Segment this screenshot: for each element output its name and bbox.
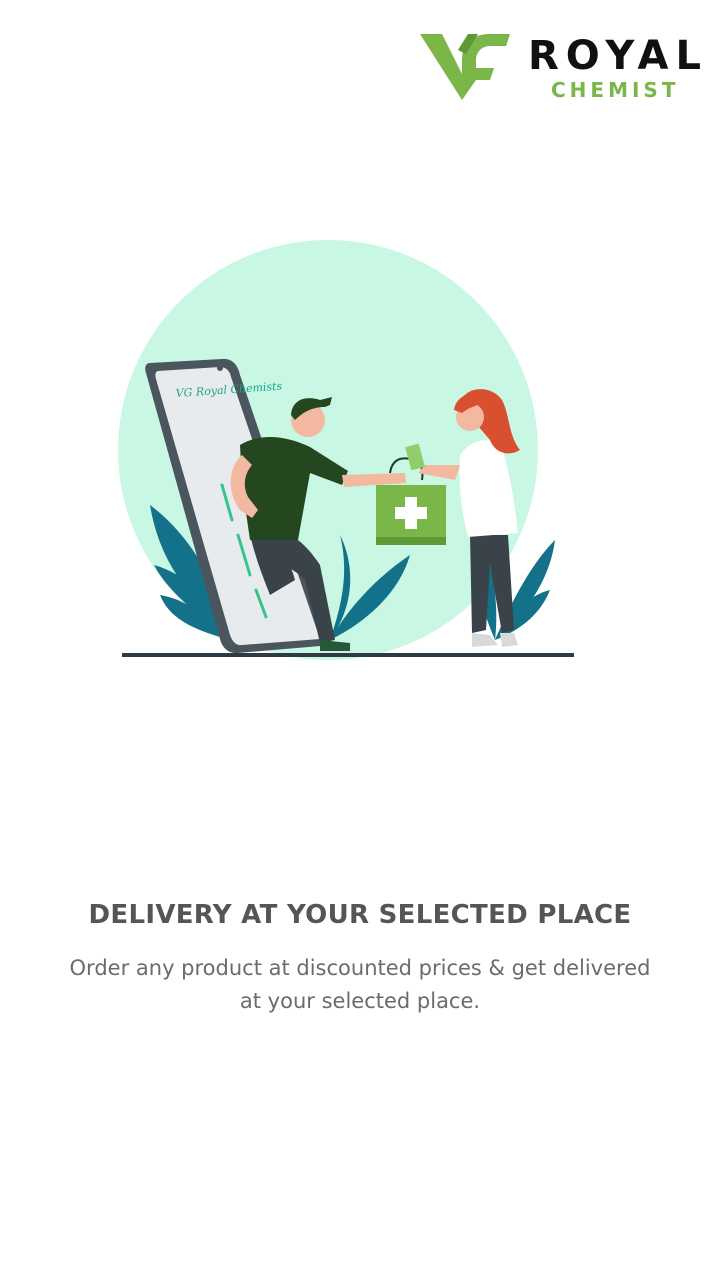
ground-line [122, 653, 574, 657]
onboarding-title: DELIVERY AT YOUR SELECTED PLACE [88, 900, 632, 930]
brand-name-chemist: CHEMIST [551, 78, 680, 102]
onboarding-description: Order any product at discounted prices &… [69, 956, 651, 1013]
vg-logo-icon [420, 34, 510, 100]
delivery-illustration: VG Royal Chemists [118, 240, 574, 660]
brand-name-royal: ROYAL [528, 33, 708, 79]
brand-logo: ROYAL CHEMIST [418, 30, 713, 106]
